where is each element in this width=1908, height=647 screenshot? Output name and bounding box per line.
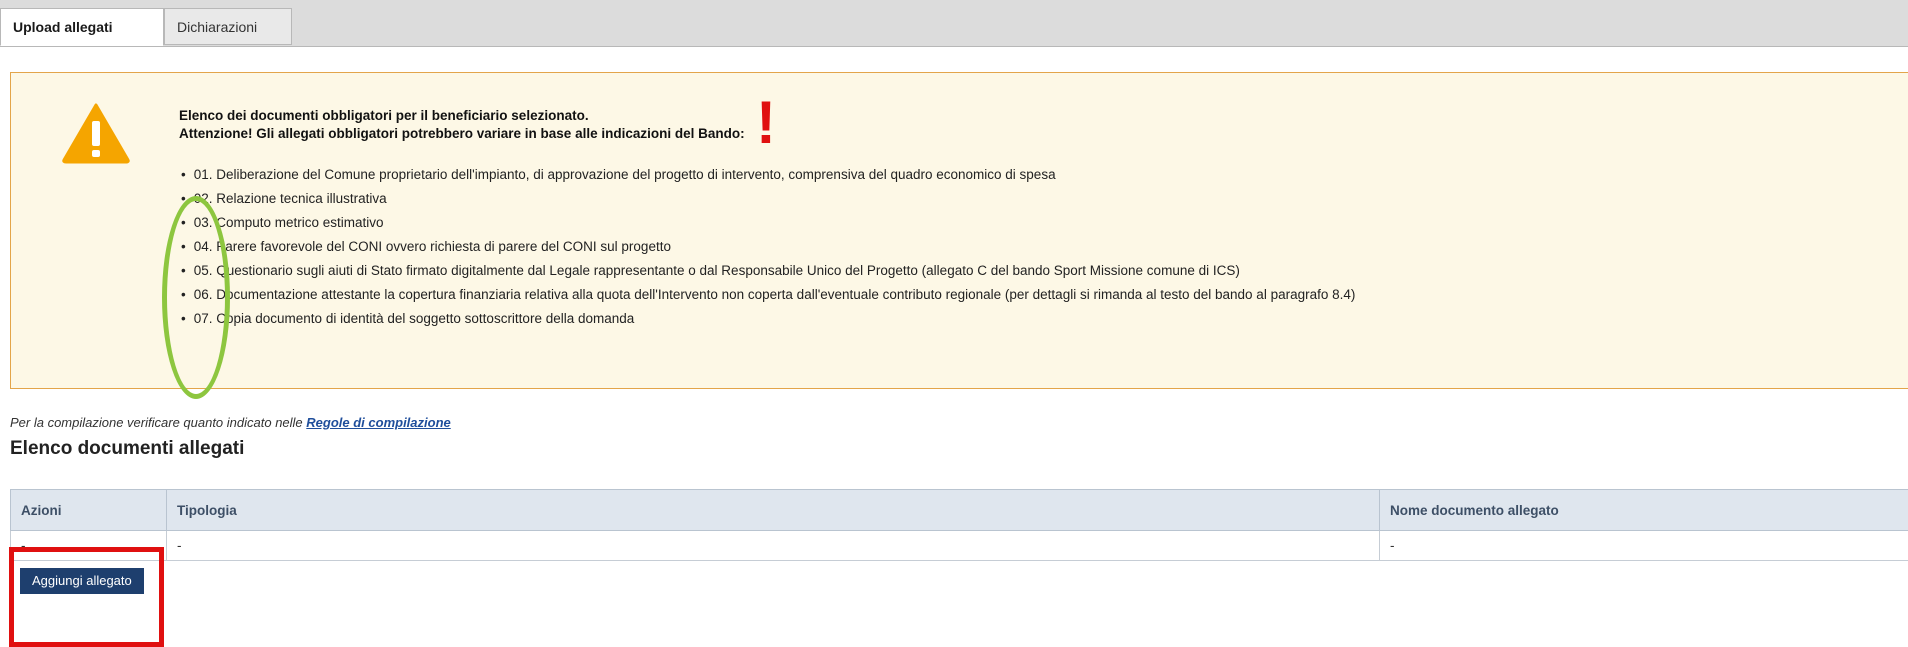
attachments-table: Azioni Tipologia Nome documento allegato…: [10, 489, 1908, 561]
list-item: 04. Parere favorevole del CONI ovvero ri…: [181, 235, 1355, 259]
list-item: 05. Questionario sugli aiuti di Stato fi…: [181, 259, 1355, 283]
rules-hint: Per la compilazione verificare quanto in…: [10, 415, 451, 430]
warning-title: Elenco dei documenti obbligatori per il …: [179, 107, 745, 143]
column-header-nome-documento: Nome documento allegato: [1380, 490, 1908, 531]
warning-line-2: Attenzione! Gli allegati obbligatori pot…: [179, 125, 745, 143]
exclamation-annotation: !: [756, 93, 776, 153]
list-item: 07. Copia documento di identità del sogg…: [181, 307, 1355, 331]
column-header-azioni: Azioni: [11, 490, 167, 531]
list-item: 02. Relazione tecnica illustrativa: [181, 187, 1355, 211]
warning-box: Elenco dei documenti obbligatori per il …: [10, 72, 1908, 389]
table-row: - - -: [11, 531, 1908, 561]
rules-hint-text: Per la compilazione verificare quanto in…: [10, 415, 306, 430]
warning-line-1: Elenco dei documenti obbligatori per il …: [179, 107, 745, 125]
add-attachment-button[interactable]: Aggiungi allegato: [20, 568, 144, 594]
list-item: 03. Computo metrico estimativo: [181, 211, 1355, 235]
tab-upload-allegati[interactable]: Upload allegati: [0, 8, 164, 46]
table-cell: -: [167, 531, 1380, 561]
section-title: Elenco documenti allegati: [10, 438, 244, 460]
table-cell: -: [1380, 531, 1908, 561]
tab-dichiarazioni[interactable]: Dichiarazioni: [164, 8, 292, 45]
red-box-annotation: [9, 547, 164, 647]
rules-link[interactable]: Regole di compilazione: [306, 415, 450, 430]
warning-triangle-icon: [61, 102, 131, 164]
list-item: 01. Deliberazione del Comune proprietari…: [181, 163, 1355, 187]
list-item: 06. Documentazione attestante la copertu…: [181, 283, 1355, 307]
required-documents-list: 01. Deliberazione del Comune proprietari…: [181, 163, 1355, 331]
tab-bar: Upload allegati Dichiarazioni: [0, 0, 1908, 47]
table-cell: -: [11, 531, 167, 561]
column-header-tipologia: Tipologia: [167, 490, 1380, 531]
table-header-row: Azioni Tipologia Nome documento allegato: [11, 490, 1908, 531]
